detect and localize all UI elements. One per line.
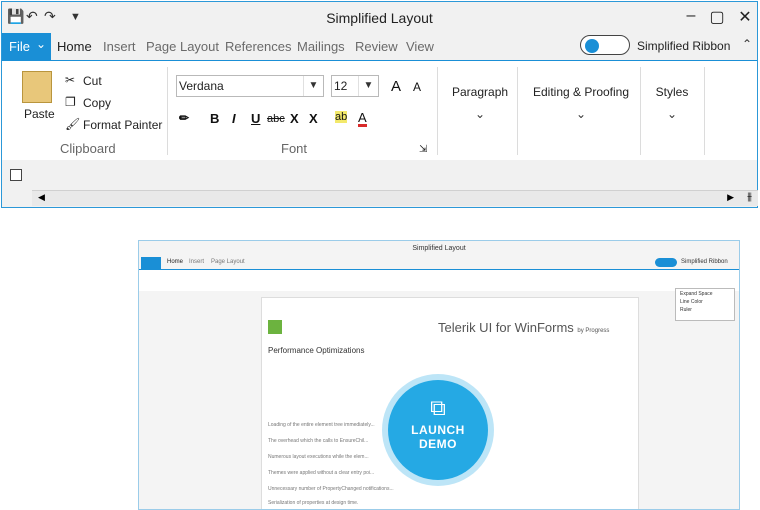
italic-button[interactable]: I bbox=[232, 111, 236, 126]
demo-toggle bbox=[655, 258, 677, 267]
tab-file-label: File bbox=[9, 39, 30, 54]
group-divider bbox=[704, 67, 705, 155]
demo-bullet: Serialization of properties at design ti… bbox=[268, 500, 359, 506]
chevron-down-icon: ▼ bbox=[303, 76, 323, 96]
font-color-button[interactable]: A bbox=[358, 111, 367, 127]
horizontal-scrollbar[interactable]: ◀ ▶ ⫵ bbox=[32, 190, 758, 206]
demo-tab-page-layout: Page Layout bbox=[211, 259, 245, 265]
grow-font-button[interactable]: A bbox=[391, 78, 401, 95]
tab-references[interactable]: References bbox=[225, 39, 291, 54]
document-area: ◀ ▶ ⫵ bbox=[2, 161, 758, 207]
demo-window-title: Simplified Layout bbox=[412, 245, 466, 252]
demo-brand: Telerik UI for WinForms by Progress bbox=[438, 320, 609, 335]
tab-page-layout[interactable]: Page Layout bbox=[146, 39, 219, 54]
paste-button[interactable]: Paste bbox=[24, 107, 55, 121]
chevron-down-icon: ⌄ bbox=[575, 107, 587, 121]
demo-bullet: Loading of the entire element tree immed… bbox=[268, 422, 375, 428]
scissors-icon[interactable]: ✂ bbox=[65, 73, 75, 87]
demo-bullet: Themes were applied without a clear entr… bbox=[268, 470, 375, 476]
dialog-launcher-icon[interactable]: ⇲ bbox=[419, 144, 427, 155]
chevron-down-icon: ⌄ bbox=[35, 37, 46, 51]
demo-logo bbox=[268, 320, 282, 334]
tab-review[interactable]: Review bbox=[355, 39, 398, 54]
toggle-knob bbox=[585, 39, 599, 53]
group-divider bbox=[640, 67, 641, 155]
demo-ribbon bbox=[139, 269, 739, 291]
collapse-ribbon-icon[interactable]: ⌃ bbox=[742, 37, 752, 51]
demo-tab-insert: Insert bbox=[189, 259, 205, 265]
underline-button[interactable]: U bbox=[251, 111, 260, 126]
ribbon: Paste ✂ Cut ❐ Copy 🖌 Format Painter Clip… bbox=[2, 60, 757, 160]
bold-button[interactable]: B bbox=[210, 111, 219, 126]
editing-proofing-dropdown[interactable]: Editing & Proofing ⌄ bbox=[532, 85, 630, 121]
external-link-icon: ⧉ bbox=[430, 395, 446, 420]
format-painter-button[interactable]: Format Painter bbox=[83, 118, 162, 132]
font-group-label: Font bbox=[281, 141, 308, 156]
group-divider bbox=[167, 67, 168, 155]
tab-mailings[interactable]: Mailings bbox=[297, 39, 345, 54]
font-size-select[interactable]: 12 ▼ bbox=[331, 75, 379, 97]
highlight-button[interactable]: ab bbox=[335, 111, 348, 123]
demo-file-tab bbox=[141, 257, 161, 269]
clear-format-icon[interactable]: ✏ bbox=[179, 111, 189, 125]
paragraph-label: Paragraph bbox=[452, 85, 509, 99]
demo-heading: Performance Optimizations bbox=[268, 346, 365, 355]
demo-brand-text: Telerik UI for WinForms bbox=[438, 320, 574, 335]
styles-dropdown[interactable]: Styles ⌄ bbox=[654, 85, 690, 121]
scroll-left-icon[interactable]: ◀ bbox=[38, 192, 45, 203]
copy-icon[interactable]: ❐ bbox=[65, 95, 76, 109]
tab-view[interactable]: View bbox=[406, 39, 434, 54]
group-divider bbox=[517, 67, 518, 155]
demo-menu-item: Expand Space bbox=[680, 291, 713, 297]
title-bar: 💾 ↶ ↷ ▼ Simplified Layout – ▢ ✕ bbox=[2, 2, 757, 33]
minimize-icon[interactable]: – bbox=[679, 7, 703, 25]
copy-button[interactable]: Copy bbox=[83, 96, 111, 110]
close-icon[interactable]: ✕ bbox=[733, 7, 757, 27]
demo-label: DEMO bbox=[419, 437, 457, 451]
subscript-button[interactable]: X bbox=[290, 111, 299, 126]
app-window: 💾 ↶ ↷ ▼ Simplified Layout – ▢ ✕ File ⌄ H… bbox=[1, 1, 758, 208]
demo-tab-home: Home bbox=[167, 259, 184, 265]
cut-button[interactable]: Cut bbox=[83, 74, 102, 88]
maximize-icon[interactable]: ▢ bbox=[705, 7, 729, 27]
launch-demo-button[interactable]: ⧉ LAUNCH DEMO bbox=[388, 380, 488, 480]
tab-insert[interactable]: Insert bbox=[103, 39, 136, 54]
font-family-select[interactable]: Verdana ▼ bbox=[176, 75, 324, 97]
demo-simplified-ribbon-label: Simplified Ribbon bbox=[681, 259, 728, 265]
scroll-end-icon[interactable]: ⫵ bbox=[747, 191, 752, 204]
format-painter-icon[interactable]: 🖌 bbox=[65, 117, 80, 131]
simplified-ribbon-label: Simplified Ribbon bbox=[637, 39, 731, 53]
demo-brand-by: by Progress bbox=[577, 328, 610, 334]
styles-label: Styles bbox=[655, 85, 689, 99]
demo-bullet: The overhead which the calls to EnsureCh… bbox=[268, 438, 369, 444]
demo-menu-item: Line Color bbox=[680, 299, 703, 305]
tab-home[interactable]: Home bbox=[57, 39, 92, 54]
font-size-value: 12 bbox=[334, 79, 348, 93]
clipboard-group-label: Clipboard bbox=[60, 141, 116, 156]
shrink-font-button[interactable]: A bbox=[413, 80, 421, 94]
simplified-ribbon-toggle[interactable] bbox=[580, 35, 630, 55]
superscript-button[interactable]: X bbox=[309, 111, 318, 126]
demo-tabs: Home Insert Page Layout Simplified Ribbo… bbox=[139, 257, 739, 269]
editing-proofing-label: Editing & Proofing bbox=[532, 85, 630, 99]
paste-icon[interactable] bbox=[22, 71, 52, 103]
demo-bullet: Unnecessary number of PropertyChanged no… bbox=[268, 486, 394, 492]
paragraph-dropdown[interactable]: Paragraph ⌄ bbox=[452, 85, 508, 121]
font-family-value: Verdana bbox=[179, 79, 224, 93]
chevron-down-icon: ⌄ bbox=[474, 107, 486, 121]
demo-bullet: Numerous layout executions while the ele… bbox=[268, 454, 369, 460]
group-divider bbox=[437, 67, 438, 155]
demo-menu-item: Ruler bbox=[680, 307, 692, 313]
view-toggle-checkbox[interactable] bbox=[10, 169, 22, 181]
launch-label: LAUNCH bbox=[411, 423, 465, 437]
scroll-right-icon[interactable]: ▶ bbox=[727, 192, 734, 203]
chevron-down-icon: ▼ bbox=[358, 76, 378, 96]
chevron-down-icon: ⌄ bbox=[666, 107, 678, 121]
strikethrough-button[interactable]: abc bbox=[267, 113, 285, 125]
window-title: Simplified Layout bbox=[326, 10, 433, 26]
tab-file[interactable]: File ⌄ bbox=[2, 33, 51, 60]
demo-popup-menu: Expand Space Line Color Ruler bbox=[675, 288, 735, 321]
